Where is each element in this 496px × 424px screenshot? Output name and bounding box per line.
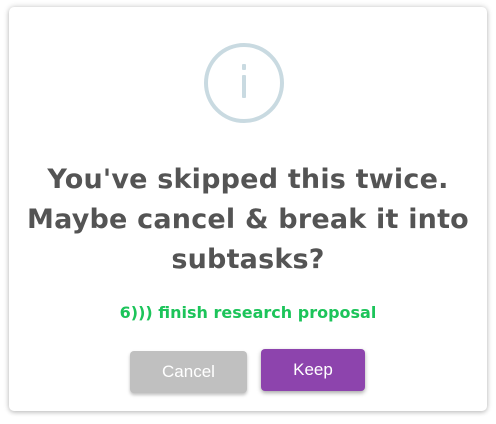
info-icon-stem: [242, 75, 246, 98]
page-background: You've skipped this twice. Maybe cancel …: [0, 0, 496, 424]
keep-button[interactable]: Keep: [261, 349, 365, 391]
task-name: 6))) finish research proposal: [119, 303, 377, 322]
dialog-title: You've skipped this twice. Maybe cancel …: [27, 164, 469, 275]
cancel-button[interactable]: Cancel: [130, 351, 247, 393]
confirm-dialog: You've skipped this twice. Maybe cancel …: [9, 7, 487, 411]
info-icon-dot: [242, 64, 246, 70]
info-icon: [204, 43, 284, 123]
